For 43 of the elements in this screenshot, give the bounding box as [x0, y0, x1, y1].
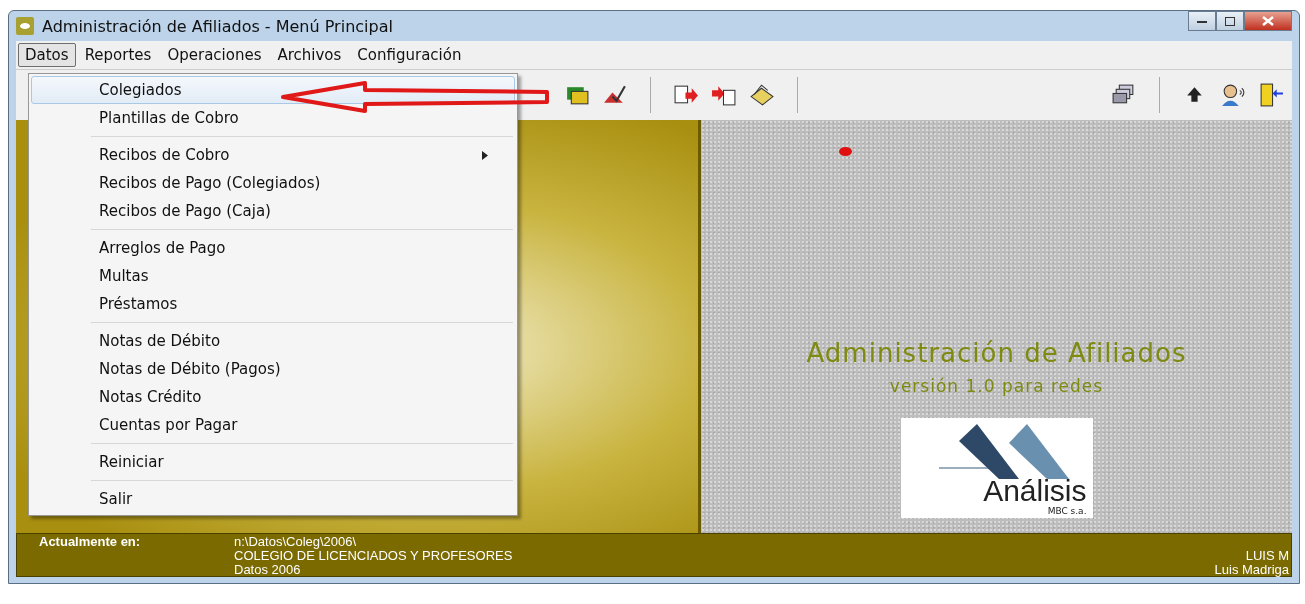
menu-entry[interactable]: Recibos de Pago (Caja)	[31, 197, 515, 225]
window-title: Administración de Afiliados - Menú Principal	[42, 16, 393, 36]
menu-item[interactable]: Operaciones	[160, 43, 269, 67]
status-dataset: Datos 2006	[234, 563, 302, 577]
menu-entry[interactable]: Salir	[31, 485, 515, 513]
status-label: Actualmente en:	[39, 535, 142, 549]
menu-item[interactable]: Archivos	[270, 43, 349, 67]
logo-name: Análisis	[983, 476, 1087, 506]
maximize-icon	[1225, 16, 1235, 26]
splash-title: Administración de Afiliados	[806, 338, 1187, 368]
menu-entry[interactable]: Notas de Débito (Pagos)	[31, 355, 515, 383]
app-icon	[16, 17, 34, 35]
status-organization: COLEGIO DE LICENCIADOS Y PROFESORES	[234, 549, 514, 563]
menu-entry[interactable]: Recibos de Cobro	[31, 141, 515, 169]
menu-entry[interactable]: Colegiados	[31, 76, 515, 104]
logo-company: MBC s.a.	[1047, 506, 1087, 516]
splash-subtitle: versión 1.0 para redes	[889, 376, 1104, 396]
minimize-button[interactable]	[1188, 11, 1216, 31]
menu-item[interactable]: Datos	[18, 43, 76, 67]
menu-entry[interactable]: Plantillas de Cobro	[31, 104, 515, 132]
close-button[interactable]	[1244, 11, 1292, 31]
menu-entry[interactable]: Arreglos de Pago	[31, 234, 515, 262]
menu-item[interactable]: Reportes	[77, 43, 159, 67]
menu-entry[interactable]: Notas de Débito	[31, 327, 515, 355]
menu-entry[interactable]: Multas	[31, 262, 515, 290]
status-user: LUIS M	[1244, 549, 1289, 563]
logo-mark-icon	[938, 421, 1071, 479]
person-icon	[1220, 82, 1246, 108]
menu-item[interactable]: Configuración	[350, 43, 469, 67]
toolbar-button[interactable]	[1258, 82, 1284, 108]
toolbar-button[interactable]	[1220, 82, 1246, 108]
status-user-name: Luis Madriga	[1214, 563, 1289, 577]
maximize-button[interactable]	[1216, 11, 1244, 31]
menu-entry[interactable]: Recibos de Pago (Colegiados)	[31, 169, 515, 197]
menu-entry[interactable]: Reiniciar	[31, 448, 515, 476]
close-icon	[1262, 16, 1274, 26]
exit-door-icon	[1258, 82, 1284, 108]
minimize-icon	[1197, 19, 1207, 23]
menu-entry[interactable]: Notas Crédito	[31, 383, 515, 411]
status-path: n:\Datos\Coleg\2006\	[234, 535, 358, 549]
annotation-dot	[839, 147, 852, 156]
menu-entry[interactable]: Cuentas por Pagar	[31, 411, 515, 439]
menu-entry[interactable]: Préstamos	[31, 290, 515, 318]
